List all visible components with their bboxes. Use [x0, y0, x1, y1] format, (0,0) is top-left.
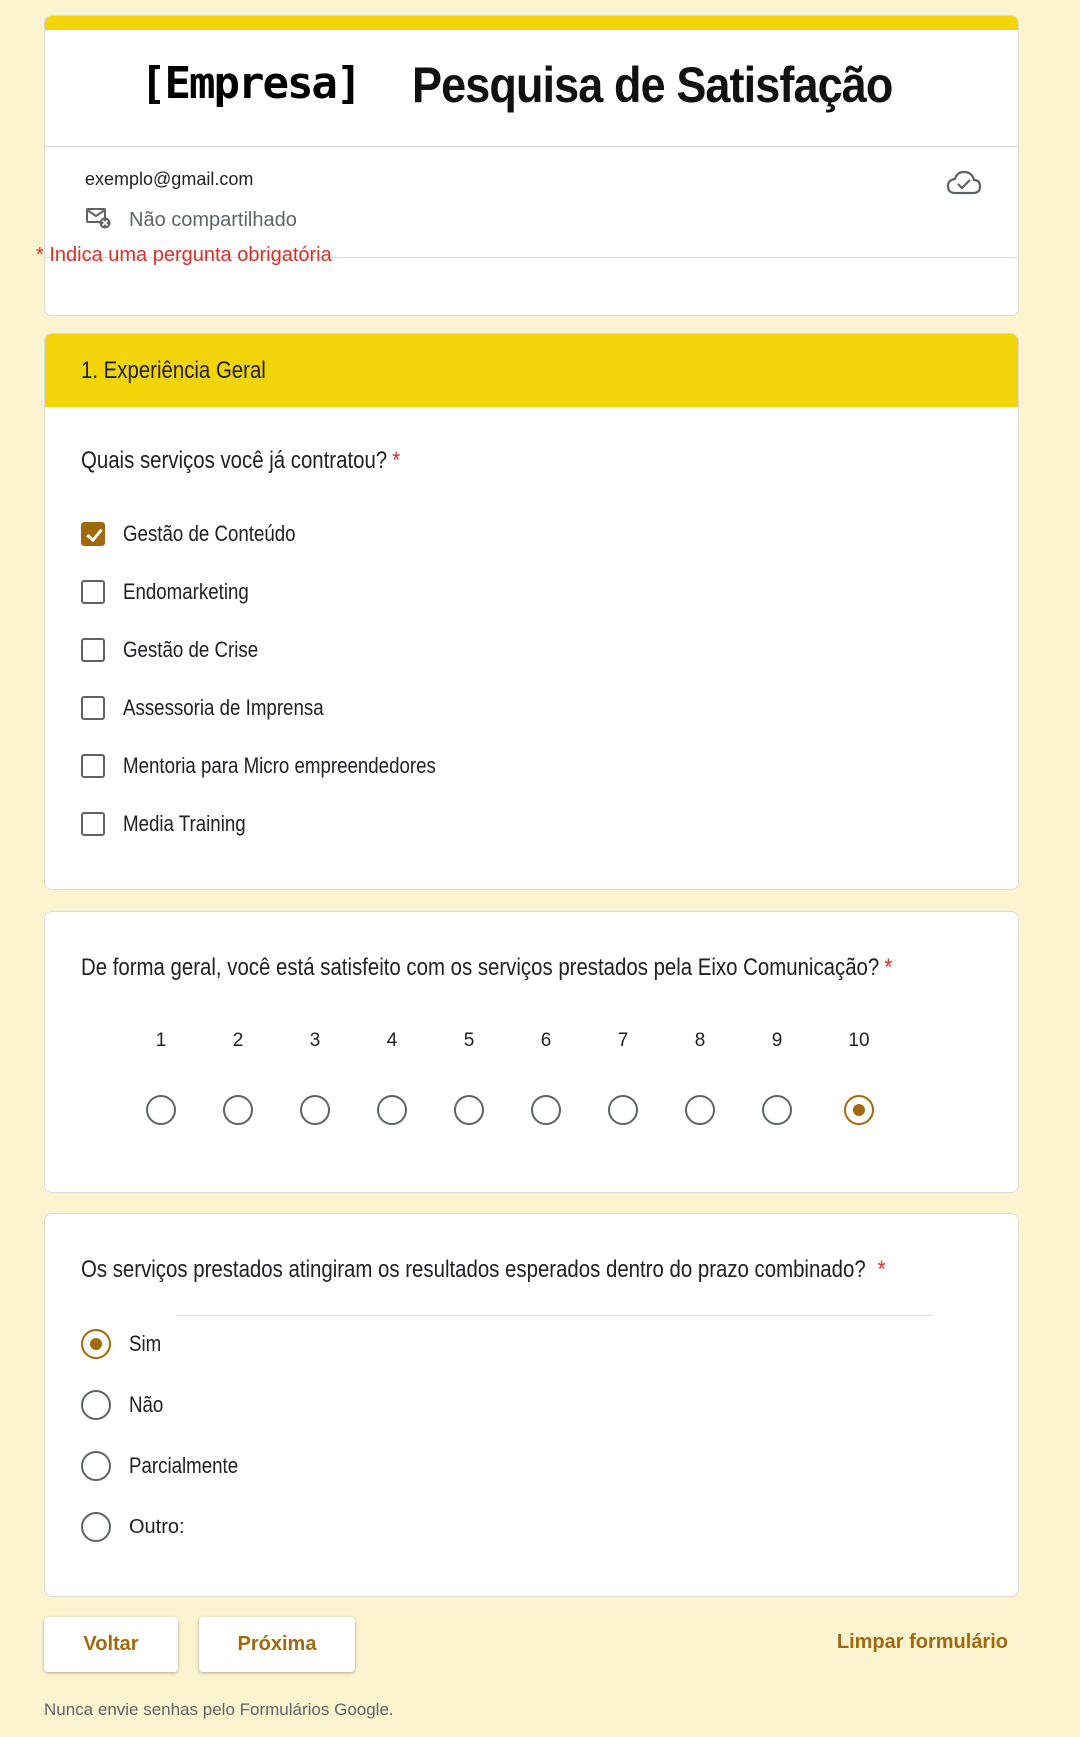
question-card-satisfaction: De forma geral, você está satisfeito com… — [44, 911, 1019, 1193]
checkbox[interactable] — [81, 812, 105, 836]
scale-radio-2[interactable] — [223, 1095, 253, 1125]
not-shared-label: Não compartilhado — [129, 208, 297, 231]
option-label: Parcialmente — [129, 1453, 239, 1478]
form-header-card: [Empresa] Pesquisa de Satisfação exemplo… — [44, 15, 1019, 316]
account-row: exemplo@gmail.com Não compartilhado — [45, 147, 1018, 258]
question-title: Os serviços prestados atingiram os resul… — [81, 1256, 886, 1284]
section-title: 1. Experiência Geral — [81, 356, 266, 384]
sharing-status: Não compartilhado — [85, 205, 297, 235]
scale-label: 2 — [232, 1030, 244, 1051]
checkbox[interactable] — [81, 754, 105, 778]
cloud-saved-icon[interactable] — [946, 169, 982, 202]
scale-radio-5[interactable] — [454, 1095, 484, 1125]
mail-not-shared-icon — [85, 205, 111, 235]
required-asterisk: * — [884, 954, 893, 981]
checkbox-option[interactable]: Gestão de Conteúdo — [81, 519, 326, 549]
footer-note: Nunca envie senhas pelo Formulários Goog… — [44, 1700, 394, 1719]
checkbox[interactable] — [81, 638, 105, 662]
option-label: Gestão de Crise — [123, 637, 259, 662]
other-text-input[interactable] — [176, 1283, 932, 1316]
question-title: Quais serviços você já contratou? * — [81, 447, 400, 475]
radio-option[interactable]: Sim — [81, 1328, 167, 1360]
required-asterisk: * — [877, 1256, 886, 1283]
radio[interactable] — [81, 1512, 111, 1542]
scale-label: 10 — [848, 1030, 870, 1051]
question-title: De forma geral, você está satisfeito com… — [81, 954, 892, 982]
next-button[interactable]: Próxima — [199, 1617, 355, 1672]
scale-label: 9 — [771, 1030, 783, 1051]
radio[interactable] — [81, 1451, 111, 1481]
scale-radio-6[interactable] — [531, 1095, 561, 1125]
option-label: Gestão de Conteúdo — [123, 521, 296, 546]
company-name: [Empresa] — [140, 58, 362, 109]
back-button[interactable]: Voltar — [44, 1617, 178, 1672]
question-card-results: Os serviços prestados atingiram os resul… — [44, 1213, 1019, 1597]
option-label: Não — [129, 1392, 164, 1417]
checkbox-option[interactable]: Mentoria para Micro empreendedores — [81, 751, 491, 781]
option-label: Sim — [129, 1331, 162, 1356]
scale-label: 3 — [309, 1030, 321, 1051]
option-label: Assessoria de Imprensa — [123, 695, 324, 720]
radio-option-other[interactable]: Outro: — [81, 1511, 185, 1543]
scale-radio-10-selected[interactable] — [844, 1095, 874, 1125]
scale-label: 1 — [155, 1030, 167, 1051]
checkbox-checked[interactable] — [81, 522, 105, 546]
question-card-services: 1. Experiência Geral Quais serviços você… — [44, 333, 1019, 890]
scale-label: 8 — [694, 1030, 706, 1051]
scale-radio-4[interactable] — [377, 1095, 407, 1125]
scale-radio-9[interactable] — [762, 1095, 792, 1125]
option-label: Mentoria para Micro empreendedores — [123, 753, 436, 778]
scale-label: 5 — [463, 1030, 475, 1051]
question-text: Quais serviços você já contratou? — [81, 447, 388, 474]
section-header: 1. Experiência Geral — [45, 334, 1018, 407]
scale-label: 7 — [617, 1030, 629, 1051]
scale-radio-7[interactable] — [608, 1095, 638, 1125]
checkbox[interactable] — [81, 580, 105, 604]
question-text: De forma geral, você está satisfeito com… — [81, 954, 880, 981]
radio-option[interactable]: Parcialmente — [81, 1450, 257, 1482]
required-asterisk: * — [392, 447, 401, 474]
required-note: * Indica uma pergunta obrigatória — [36, 244, 332, 266]
radio[interactable] — [81, 1390, 111, 1420]
other-label: Outro: — [129, 1515, 185, 1538]
option-label: Media Training — [123, 811, 246, 836]
scale-label: 6 — [540, 1030, 552, 1051]
scale-label: 4 — [386, 1030, 398, 1051]
question-text: Os serviços prestados atingiram os resul… — [81, 1256, 866, 1283]
header-accent-bar — [45, 16, 1018, 30]
checkbox-option[interactable]: Endomarketing — [81, 577, 271, 607]
title-row: [Empresa] Pesquisa de Satisfação — [45, 30, 1018, 147]
clear-form-link[interactable]: Limpar formulário — [837, 1631, 1008, 1654]
checkbox[interactable] — [81, 696, 105, 720]
option-label: Endomarketing — [123, 579, 249, 604]
radio-option[interactable]: Não — [81, 1389, 169, 1421]
account-email: exemplo@gmail.com — [85, 169, 254, 189]
scale-radio-1[interactable] — [146, 1095, 176, 1125]
scale-radio-3[interactable] — [300, 1095, 330, 1125]
checkbox-option[interactable]: Media Training — [81, 809, 267, 839]
radio-selected[interactable] — [81, 1329, 111, 1359]
scale-radio-8[interactable] — [685, 1095, 715, 1125]
checkbox-option[interactable]: Assessoria de Imprensa — [81, 693, 359, 723]
form-title: Pesquisa de Satisfação — [412, 57, 893, 113]
checkbox-option[interactable]: Gestão de Crise — [81, 635, 282, 665]
